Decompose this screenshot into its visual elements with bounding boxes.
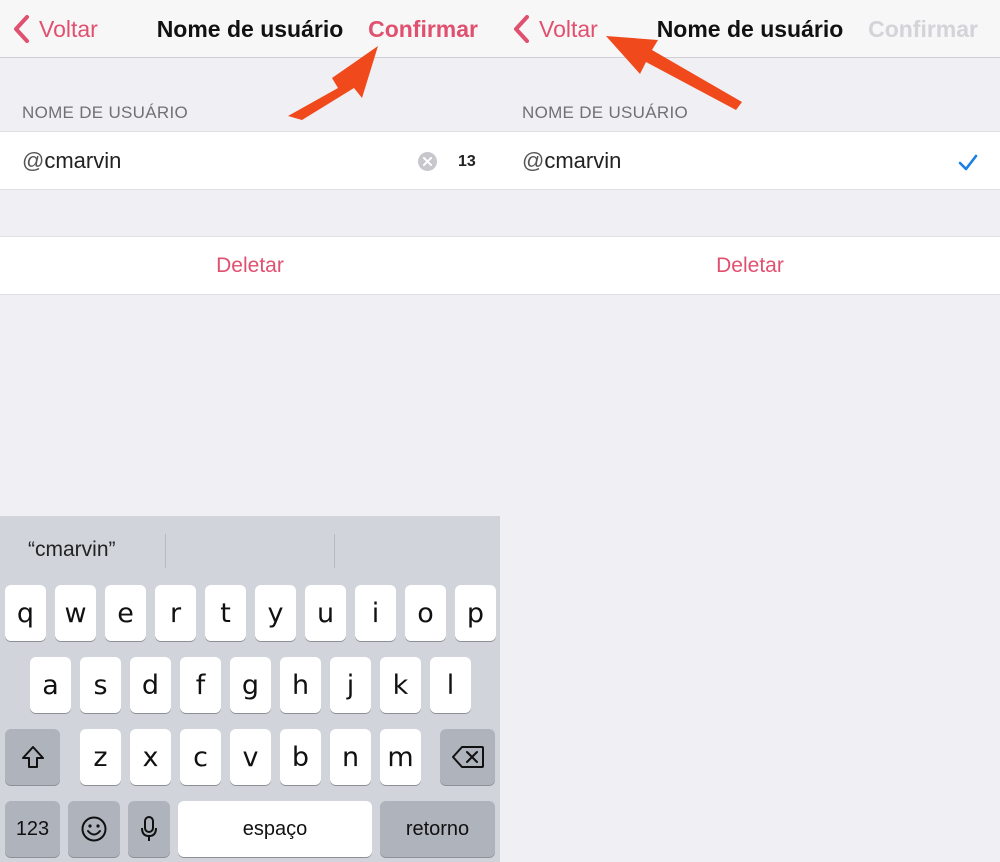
return-key[interactable]: retorno (380, 801, 495, 857)
divider (334, 534, 335, 568)
username-value: cmarvin (544, 148, 622, 173)
username-prefix: @ (522, 148, 545, 173)
delete-button[interactable]: Deletar (500, 236, 1000, 295)
key-u[interactable]: u (305, 585, 346, 641)
key-q[interactable]: q (5, 585, 46, 641)
key-g[interactable]: g (230, 657, 271, 713)
shift-icon (21, 746, 44, 768)
key-p[interactable]: p (455, 585, 496, 641)
key-h[interactable]: h (280, 657, 321, 713)
key-z[interactable]: z (80, 729, 121, 785)
backspace-icon (451, 746, 484, 768)
key-l[interactable]: l (430, 657, 471, 713)
key-f[interactable]: f (180, 657, 221, 713)
right-screen: Voltar Nome de usuário Confirmar NOME DE… (500, 0, 1000, 862)
key-m[interactable]: m (380, 729, 421, 785)
confirm-button[interactable]: Confirmar (368, 16, 478, 43)
key-j[interactable]: j (330, 657, 371, 713)
delete-button[interactable]: Deletar (0, 236, 500, 295)
emoji-icon (81, 816, 107, 842)
username-field[interactable]: @cmarvin 13 (0, 131, 500, 190)
key-v[interactable]: v (230, 729, 271, 785)
suggestion-item[interactable]: “cmarvin” (28, 516, 116, 584)
space-key[interactable]: espaço (178, 801, 372, 857)
confirm-button[interactable]: Confirmar (868, 16, 978, 43)
key-a[interactable]: a (30, 657, 71, 713)
key-w[interactable]: w (55, 585, 96, 641)
section-header: NOME DE USUÁRIO (522, 103, 689, 122)
username-input[interactable]: @cmarvin (22, 148, 121, 174)
key-n[interactable]: n (330, 729, 371, 785)
numbers-key[interactable]: 123 (5, 801, 60, 857)
key-c[interactable]: c (180, 729, 221, 785)
suggestion-bar: “cmarvin” (0, 516, 500, 584)
username-prefix: @ (22, 148, 45, 173)
character-count: 13 (458, 153, 476, 170)
microphone-key[interactable] (128, 801, 170, 857)
clear-text-button[interactable] (418, 152, 437, 171)
key-k[interactable]: k (380, 657, 421, 713)
key-b[interactable]: b (280, 729, 321, 785)
navigation-bar: Voltar Nome de usuário Confirmar (500, 0, 1000, 58)
username-field[interactable]: @cmarvin (500, 131, 1000, 190)
microphone-icon (141, 816, 157, 841)
section-header: NOME DE USUÁRIO (22, 103, 189, 122)
key-e[interactable]: e (105, 585, 146, 641)
emoji-key[interactable] (68, 801, 120, 857)
key-y[interactable]: y (255, 585, 296, 641)
keyboard: “cmarvin” q w e r t y u i o p a s d f g … (0, 516, 500, 862)
username-input[interactable]: @cmarvin (522, 148, 621, 174)
key-x[interactable]: x (130, 729, 171, 785)
navigation-bar: Voltar Nome de usuário Confirmar (0, 0, 500, 58)
shift-key[interactable] (5, 729, 60, 785)
key-r[interactable]: r (155, 585, 196, 641)
backspace-key[interactable] (440, 729, 495, 785)
key-d[interactable]: d (130, 657, 171, 713)
checkmark-icon (958, 154, 978, 171)
key-o[interactable]: o (405, 585, 446, 641)
left-screen: Voltar Nome de usuário Confirmar NOME DE… (0, 0, 500, 862)
clear-icon (423, 157, 432, 166)
username-value: cmarvin (44, 148, 122, 173)
key-t[interactable]: t (205, 585, 246, 641)
key-s[interactable]: s (80, 657, 121, 713)
key-i[interactable]: i (355, 585, 396, 641)
divider (165, 534, 166, 568)
